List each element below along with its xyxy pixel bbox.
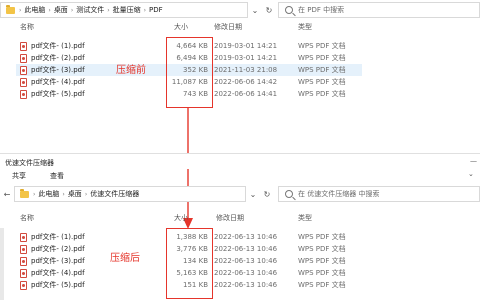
ribbon-tabs: 共享 查看 ⌄ — [0, 169, 480, 183]
pdf-file-icon — [20, 42, 27, 51]
refresh-icon[interactable]: ↻ — [262, 2, 276, 18]
column-header-name[interactable]: 名称 — [20, 213, 34, 223]
file-name: pdf文件- (3).pdf — [31, 257, 85, 265]
tab-share[interactable]: 共享 — [12, 171, 26, 181]
pdf-file-icon — [20, 269, 27, 278]
file-type: WPS PDF 文档 — [298, 245, 346, 253]
column-header-type[interactable]: 类型 — [298, 22, 312, 32]
file-name: pdf文件- (5).pdf — [31, 90, 85, 98]
pdf-file-icon — [20, 54, 27, 63]
file-modified: 2019-03-01 14:21 — [214, 42, 278, 50]
file-modified: 2022-06-13 10:46 — [214, 281, 278, 289]
file-type: WPS PDF 文档 — [298, 281, 346, 289]
breadcrumb-item[interactable]: 此电脑 — [35, 189, 62, 199]
pdf-file-icon — [20, 78, 27, 87]
chevron-down-icon[interactable]: ⌄ — [468, 170, 474, 178]
file-modified: 2022-06-13 10:46 — [214, 233, 278, 241]
chevron-down-icon[interactable]: ⌄ — [246, 186, 260, 202]
breadcrumb-item[interactable]: 桌面 — [65, 189, 85, 199]
file-type: WPS PDF 文档 — [298, 269, 346, 277]
file-name: pdf文件- (2).pdf — [31, 54, 85, 62]
file-type: WPS PDF 文档 — [298, 54, 346, 62]
search-icon — [285, 6, 293, 14]
window-title: 优速文件压缩器 — [5, 159, 54, 167]
pdf-file-icon — [20, 90, 27, 99]
file-type: WPS PDF 文档 — [298, 42, 346, 50]
file-row[interactable]: pdf文件- (4).pdf 11,087 KB 2022-06-06 14:42 W… — [0, 76, 480, 88]
file-type: WPS PDF 文档 — [298, 257, 346, 265]
file-row[interactable]: pdf文件- (5).pdf 151 KB 2022-06-13 10:46 WPS … — [0, 279, 480, 291]
refresh-icon[interactable]: ↻ — [260, 186, 274, 202]
chevron-down-icon[interactable]: ⌄ — [248, 2, 262, 18]
pdf-file-icon — [20, 281, 27, 290]
minimize-icon[interactable]: — — [470, 157, 477, 165]
file-row[interactable]: pdf文件- (4).pdf 5,163 KB 2022-06-13 10:46 WP… — [0, 267, 480, 279]
breadcrumb-item[interactable]: PDF — [146, 6, 166, 14]
before-compression-label: 压缩前 — [116, 65, 146, 76]
pdf-file-icon — [20, 257, 27, 266]
breadcrumb-item[interactable]: 桌面 — [51, 5, 71, 15]
file-type: WPS PDF 文档 — [298, 90, 346, 98]
column-header-type[interactable]: 类型 — [298, 213, 312, 223]
file-modified: 2022-06-13 10:46 — [214, 269, 278, 277]
bottom-address-bar[interactable]: › 此电脑 › 桌面 › 优速文件压缩器 — [14, 186, 246, 202]
file-name: pdf文件- (2).pdf — [31, 245, 85, 253]
column-header-name[interactable]: 名称 — [20, 22, 34, 32]
search-placeholder: 在 优速文件压缩器 中搜索 — [298, 190, 380, 198]
file-name: pdf文件- (4).pdf — [31, 269, 85, 277]
after-compression-label: 压缩后 — [110, 253, 140, 264]
folder-icon — [6, 4, 15, 14]
pdf-file-icon — [20, 66, 27, 75]
file-modified: 2021-11-03 21:08 — [214, 66, 278, 74]
left-nav-strip — [0, 228, 4, 300]
size-highlight-box — [166, 228, 213, 299]
breadcrumb-item[interactable]: 测试文件 — [73, 5, 107, 15]
search-placeholder: 在 PDF 中搜索 — [298, 6, 345, 14]
file-name: pdf文件- (3).pdf — [31, 66, 85, 74]
file-row[interactable]: pdf文件- (3).pdf 134 KB 2022-06-13 10:46 WPS … — [0, 255, 480, 267]
breadcrumb-item[interactable]: 此电脑 — [21, 5, 48, 15]
file-name: pdf文件- (1).pdf — [31, 233, 85, 241]
file-row[interactable]: pdf文件- (5).pdf 743 KB 2022-06-06 14:41 WPS … — [0, 88, 480, 100]
search-icon — [285, 190, 293, 198]
file-row[interactable]: pdf文件- (2).pdf 6,494 KB 2019-03-01 14:21 WP… — [0, 52, 480, 64]
size-highlight-box — [166, 37, 213, 108]
back-arrow-icon[interactable]: ← — [0, 186, 14, 202]
file-type: WPS PDF 文档 — [298, 233, 346, 241]
breadcrumb-item[interactable]: 批量压缩 — [110, 5, 144, 15]
file-name: pdf文件- (5).pdf — [31, 281, 85, 289]
column-header-size[interactable]: 大小 — [174, 22, 188, 32]
bottom-search-input[interactable]: 在 优速文件压缩器 中搜索 — [278, 186, 480, 202]
folder-icon — [20, 188, 29, 198]
breadcrumb-item[interactable]: 优速文件压缩器 — [87, 189, 142, 199]
file-row[interactable]: pdf文件- (1).pdf 1,388 KB 2022-06-13 10:46 WP… — [0, 231, 480, 243]
file-modified: 2022-06-13 10:46 — [214, 245, 278, 253]
pdf-file-icon — [20, 245, 27, 254]
file-type: WPS PDF 文档 — [298, 66, 346, 74]
file-name: pdf文件- (4).pdf — [31, 78, 85, 86]
file-modified: 2019-03-01 14:21 — [214, 54, 278, 62]
file-row[interactable]: pdf文件- (2).pdf 3,776 KB 2022-06-13 10:46 WP… — [0, 243, 480, 255]
top-search-input[interactable]: 在 PDF 中搜索 — [278, 2, 480, 18]
file-name: pdf文件- (1).pdf — [31, 42, 85, 50]
column-header-modified[interactable]: 修改日期 — [216, 213, 244, 223]
window-title-bar: 优速文件压缩器 — — [0, 153, 480, 169]
column-header-size[interactable]: 大小 — [174, 213, 188, 223]
tab-view[interactable]: 查看 — [50, 171, 64, 181]
file-type: WPS PDF 文档 — [298, 78, 346, 86]
pdf-file-icon — [20, 233, 27, 242]
file-row[interactable]: pdf文件- (1).pdf 4,664 KB 2019-03-01 14:21 WP… — [0, 40, 480, 52]
top-address-bar[interactable]: › 此电脑 › 桌面 › 测试文件 › 批量压缩 › PDF — [0, 2, 248, 18]
file-modified: 2022-06-06 14:42 — [214, 78, 278, 86]
file-modified: 2022-06-13 10:46 — [214, 257, 278, 265]
column-header-modified[interactable]: 修改日期 — [214, 22, 242, 32]
file-modified: 2022-06-06 14:41 — [214, 90, 278, 98]
